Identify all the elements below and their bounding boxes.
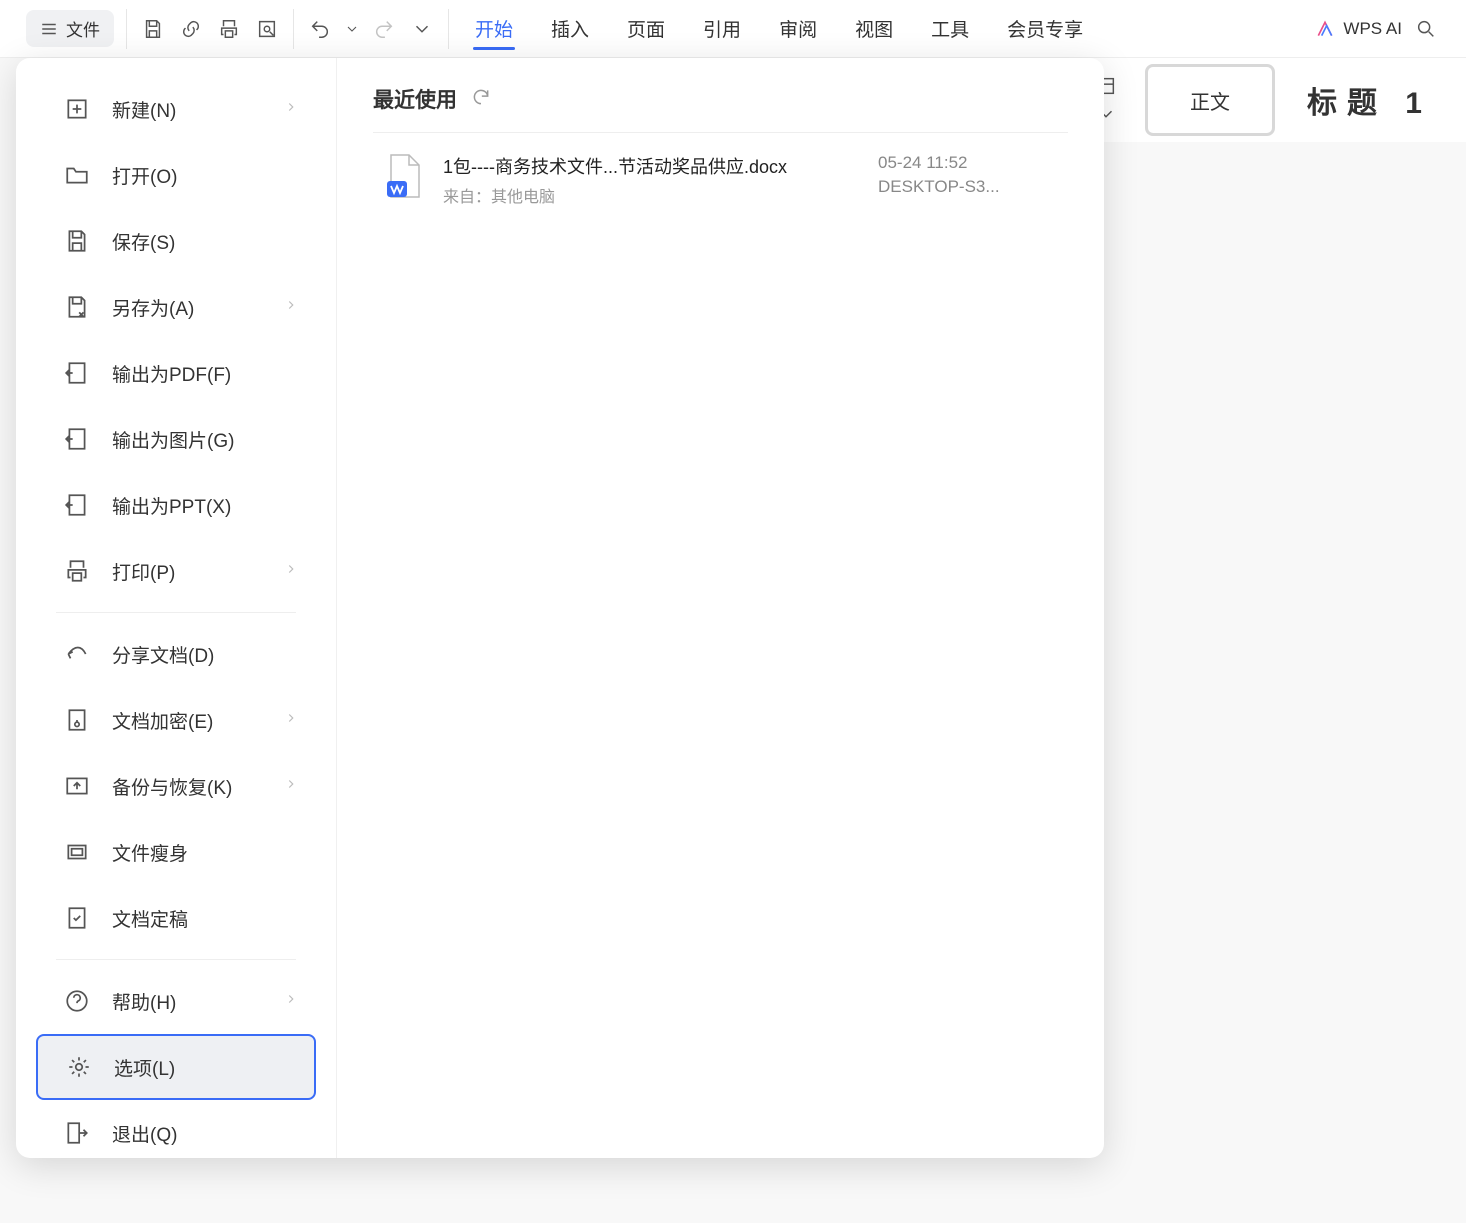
menu-item-pdf[interactable]: 输出为PDF(F) <box>36 340 316 406</box>
tab-member[interactable]: 会员专享 <box>1005 3 1085 54</box>
menu-item-backup[interactable]: 备份与恢复(K) <box>36 753 316 819</box>
save-icon[interactable] <box>139 15 167 43</box>
menu-item-label: 保存(S) <box>112 228 175 255</box>
style-heading-1[interactable]: 标题 1 <box>1289 78 1450 122</box>
tab-view[interactable]: 视图 <box>853 3 895 54</box>
menu-item-saveas[interactable]: 另存为(A) <box>36 274 316 340</box>
undo-icon[interactable] <box>306 15 334 43</box>
tab-page[interactable]: 页面 <box>625 3 667 54</box>
slim-icon <box>64 839 90 865</box>
preview-icon[interactable] <box>253 15 281 43</box>
menu-item-share[interactable]: 分享文档(D) <box>36 621 316 687</box>
share-icon <box>64 641 90 667</box>
tab-insert[interactable]: 插入 <box>549 3 591 54</box>
chevron-right-icon <box>284 561 298 581</box>
menu-item-image[interactable]: 输出为图片(G) <box>36 406 316 472</box>
more-dropdown-icon[interactable] <box>408 15 436 43</box>
chevron-right-icon <box>284 710 298 730</box>
menu-item-print[interactable]: 打印(P) <box>36 538 316 604</box>
link-icon[interactable] <box>177 15 205 43</box>
doc-machine: DESKTOP-S3... <box>878 177 1058 197</box>
menu-item-label: 选项(L) <box>114 1054 175 1081</box>
main-toolbar: 文件 开始 插入 页面 引用 审阅 视图 工具 会员专享 WPS AI <box>0 0 1466 58</box>
chevron-right-icon <box>284 297 298 317</box>
menu-item-label: 输出为图片(G) <box>112 426 234 453</box>
tab-tools[interactable]: 工具 <box>929 3 971 54</box>
menu-item-help[interactable]: 帮助(H) <box>36 968 316 1034</box>
finalize-icon <box>64 905 90 931</box>
image-icon <box>64 426 90 452</box>
redo-icon[interactable] <box>370 15 398 43</box>
file-menu-list: 新建(N) 打开(O) 保存(S) 另存为(A) 输出为PDF(F) 输出为图片(G) 输出… <box>16 58 336 1158</box>
ppt-icon <box>64 492 90 518</box>
save-icon <box>64 228 90 254</box>
menu-item-new[interactable]: 新建(N) <box>36 76 316 142</box>
menu-item-finalize[interactable]: 文档定稿 <box>36 885 316 951</box>
menu-item-label: 另存为(A) <box>112 294 194 321</box>
print-icon[interactable] <box>215 15 243 43</box>
menu-item-label: 退出(Q) <box>112 1120 177 1147</box>
file-menu-button[interactable]: 文件 <box>26 10 114 47</box>
menu-item-label: 文件瘦身 <box>112 839 188 866</box>
undo-dropdown-icon[interactable] <box>344 15 360 43</box>
menu-item-save[interactable]: 保存(S) <box>36 208 316 274</box>
file-menu-label: 文件 <box>66 16 100 41</box>
tab-review[interactable]: 审阅 <box>777 3 819 54</box>
backup-icon <box>64 773 90 799</box>
saveas-icon <box>64 294 90 320</box>
menu-item-label: 文档定稿 <box>112 905 188 932</box>
menu-item-ppt[interactable]: 输出为PPT(X) <box>36 472 316 538</box>
word-doc-icon <box>383 153 423 201</box>
exit-icon <box>64 1120 90 1146</box>
options-icon <box>66 1054 92 1080</box>
menu-item-label: 输出为PPT(X) <box>112 492 231 519</box>
wps-ai-label: WPS AI <box>1343 19 1402 39</box>
doc-time: 05-24 11:52 <box>878 153 1058 173</box>
new-icon <box>64 96 90 122</box>
chevron-right-icon <box>284 99 298 119</box>
menu-item-label: 新建(N) <box>112 96 176 123</box>
tab-start[interactable]: 开始 <box>473 3 515 54</box>
doc-name: 1包----商务技术文件...节活动奖品供应.docx <box>443 153 878 179</box>
help-icon <box>64 988 90 1014</box>
menu-item-label: 帮助(H) <box>112 988 176 1015</box>
print-icon <box>64 558 90 584</box>
ribbon-tabs: 开始 插入 页面 引用 审阅 视图 工具 会员专享 <box>449 0 1303 57</box>
menu-separator <box>56 612 296 613</box>
pdf-icon <box>64 360 90 386</box>
chevron-right-icon <box>284 991 298 1011</box>
menu-item-label: 备份与恢复(K) <box>112 773 232 800</box>
menu-separator <box>56 959 296 960</box>
encrypt-icon <box>64 707 90 733</box>
ai-logo-icon <box>1315 19 1335 39</box>
menu-item-label: 分享文档(D) <box>112 641 214 668</box>
chevron-right-icon <box>284 776 298 796</box>
doc-source: 来自：其他电脑 <box>443 183 878 207</box>
menu-item-slim[interactable]: 文件瘦身 <box>36 819 316 885</box>
style-normal[interactable]: 正文 <box>1145 64 1275 136</box>
menu-item-open[interactable]: 打开(O) <box>36 142 316 208</box>
menu-item-options[interactable]: 选项(L) <box>36 1034 316 1100</box>
menu-item-exit[interactable]: 退出(Q) <box>36 1100 316 1158</box>
menu-item-label: 打印(P) <box>112 558 175 585</box>
open-icon <box>64 162 90 188</box>
menu-item-label: 文档加密(E) <box>112 707 213 734</box>
menu-icon <box>40 20 58 38</box>
tab-reference[interactable]: 引用 <box>701 3 743 54</box>
recent-files-pane: 最近使用 1包----商务技术文件...节活动奖品供应.docx 来自：其他电脑0… <box>336 58 1104 1158</box>
wps-ai-button[interactable]: WPS AI <box>1315 19 1402 39</box>
recent-doc-row[interactable]: 1包----商务技术文件...节活动奖品供应.docx 来自：其他电脑05-24 … <box>373 139 1068 221</box>
menu-item-label: 输出为PDF(F) <box>112 360 231 387</box>
refresh-icon[interactable] <box>471 87 491 112</box>
menu-item-encrypt[interactable]: 文档加密(E) <box>36 687 316 753</box>
search-icon[interactable] <box>1412 15 1440 43</box>
file-menu-panel: 新建(N) 打开(O) 保存(S) 另存为(A) 输出为PDF(F) 输出为图片(G) 输出… <box>16 58 1104 1158</box>
recent-title: 最近使用 <box>373 84 457 114</box>
menu-item-label: 打开(O) <box>112 162 177 189</box>
